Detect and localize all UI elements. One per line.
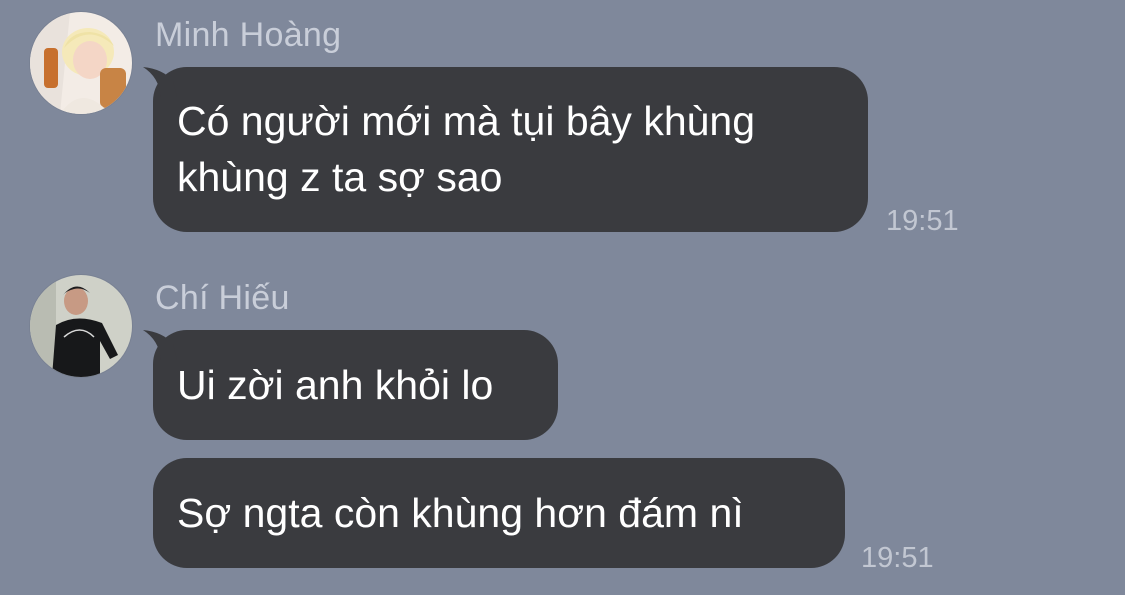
message-timestamp: 19:51 xyxy=(886,205,959,237)
message-timestamp: 19:51 xyxy=(861,542,934,574)
message-bubble[interactable]: Ui zời anh khỏi lo xyxy=(143,330,558,440)
bubble-tail-icon xyxy=(143,67,177,97)
message-text: Ui zời anh khỏi lo xyxy=(177,362,494,408)
sender-name: Minh Hoàng xyxy=(155,16,342,54)
message-text: Có người mới mà tụi bây khùng khùng z ta… xyxy=(177,98,756,200)
person-avatar-icon xyxy=(30,12,132,114)
sender-name: Chí Hiếu xyxy=(155,279,290,317)
bubble-tail-icon xyxy=(143,330,177,360)
sender-avatar[interactable] xyxy=(30,275,132,377)
sender-avatar[interactable] xyxy=(30,12,132,114)
person-avatar-icon xyxy=(30,275,132,377)
message-bubble[interactable]: Sợ ngta còn khùng hơn đám nì xyxy=(153,458,845,568)
message-bubble[interactable]: Có người mới mà tụi bây khùng khùng z ta… xyxy=(143,67,868,232)
message-text: Sợ ngta còn khùng hơn đám nì xyxy=(177,490,744,536)
